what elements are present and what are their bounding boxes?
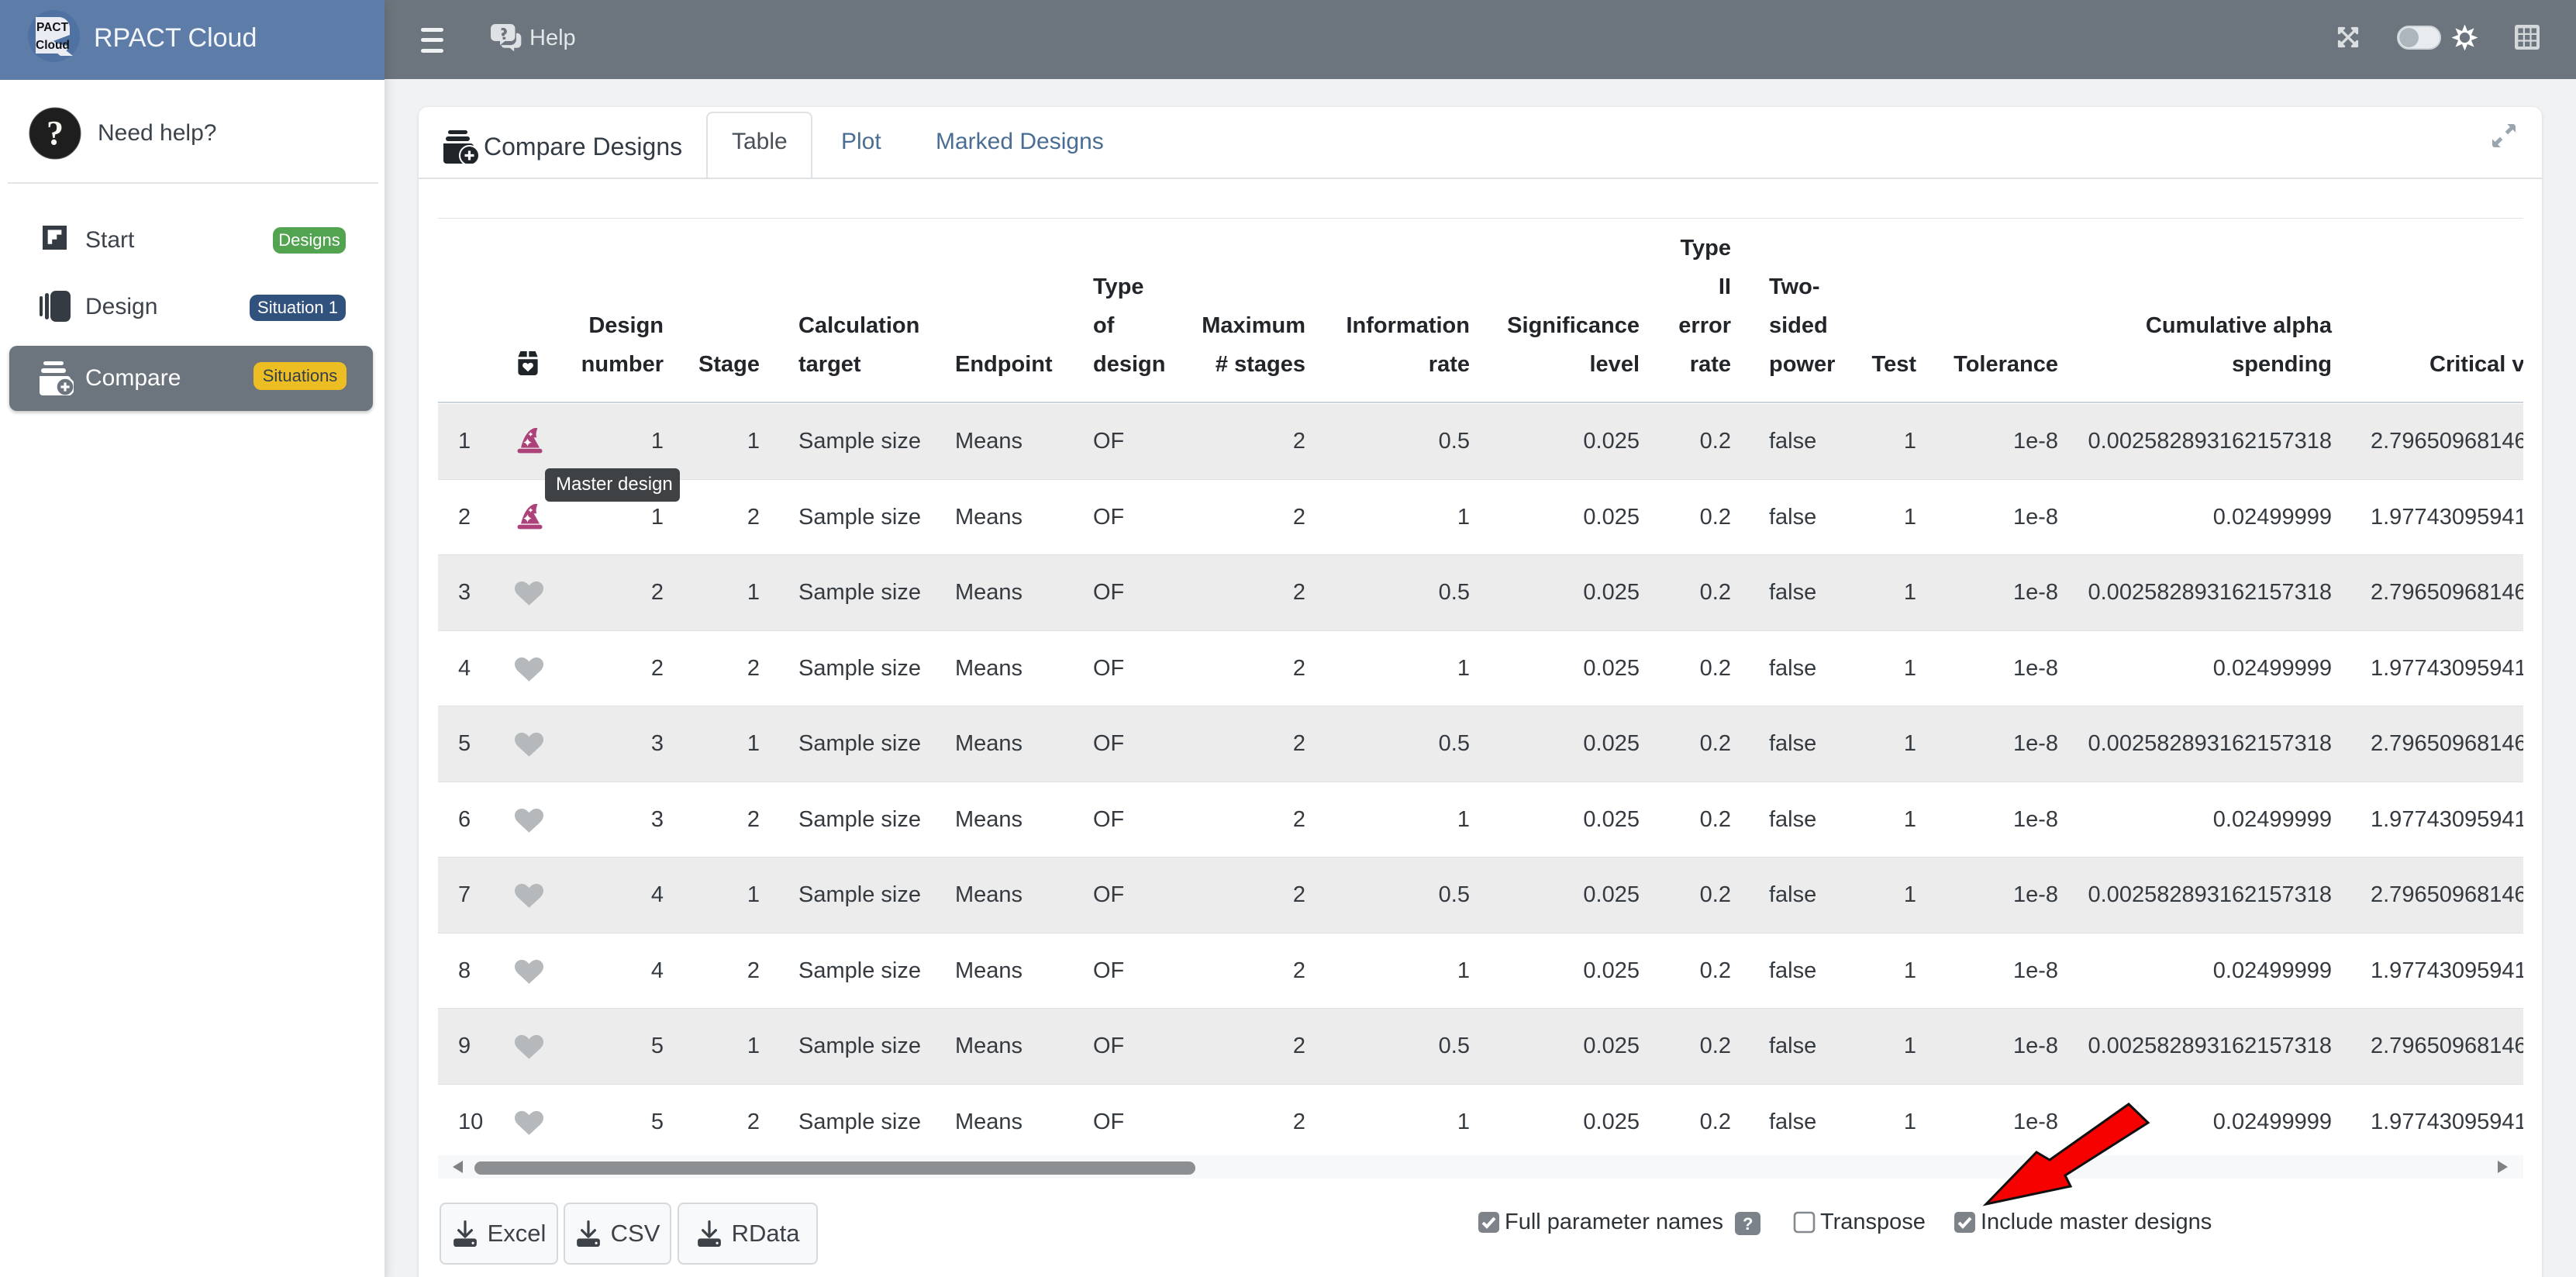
svg-text:?: ? xyxy=(47,114,64,152)
svg-text:PACT: PACT xyxy=(36,21,69,34)
svg-text:Cloud: Cloud xyxy=(36,39,70,52)
